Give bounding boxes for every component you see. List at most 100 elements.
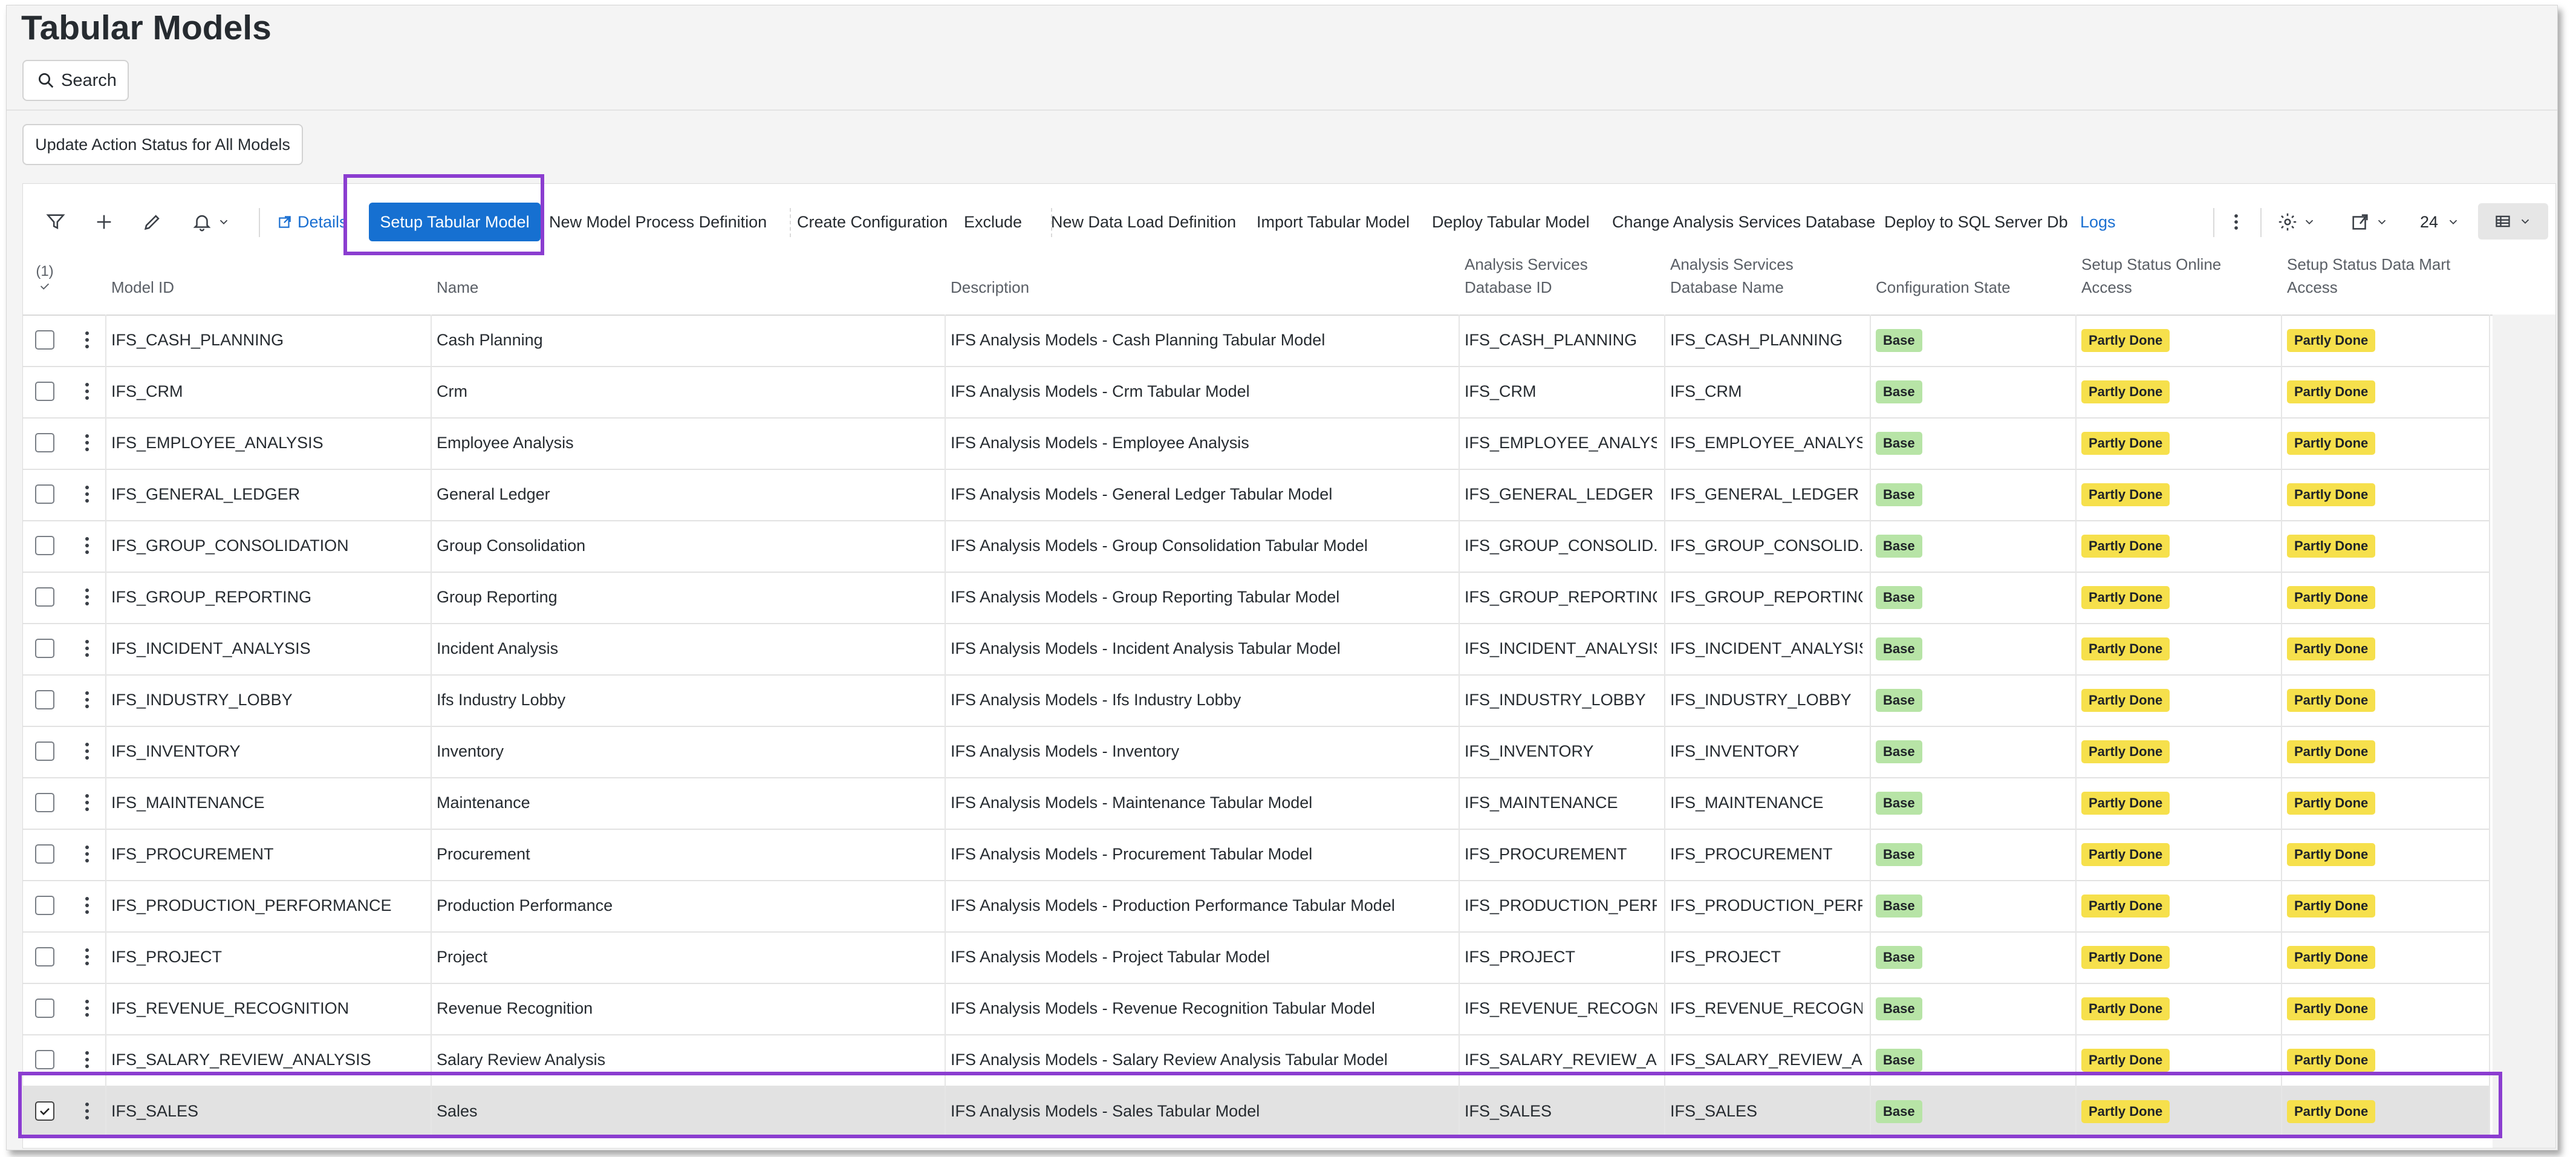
table-row[interactable]: IFS_GROUP_REPORTING Group Reporting IFS An… <box>23 572 2490 624</box>
row-checkbox[interactable] <box>35 947 54 966</box>
new-model-process-definition-button[interactable]: New Model Process Definition <box>549 205 767 239</box>
row-checkbox[interactable] <box>35 844 54 864</box>
column-divider <box>105 469 106 520</box>
column-divider <box>2281 726 2282 777</box>
column-divider <box>945 572 946 623</box>
table-row[interactable]: IFS_PROCUREMENT Procurement IFS Analysis M… <box>23 829 2490 881</box>
scrollbar-area[interactable] <box>2493 315 2555 1148</box>
import-tabular-model-button[interactable]: Import Tabular Model <box>1257 205 1410 239</box>
row-checkbox[interactable] <box>35 690 54 709</box>
table-row[interactable]: IFS_CASH_PLANNING Cash Planning IFS Analys… <box>23 315 2490 367</box>
export-button[interactable] <box>2339 205 2399 239</box>
column-divider <box>2075 777 2077 829</box>
column-divider <box>1459 315 1460 366</box>
row-checkbox[interactable] <box>35 1101 54 1121</box>
select-all-control[interactable]: (1) <box>33 264 57 296</box>
row-checkbox[interactable] <box>35 484 54 504</box>
table-row[interactable]: IFS_EMPLOYEE_ANALYSIS Employee Analysis IF… <box>23 417 2490 470</box>
command-toolbar: Details Setup Tabular Model New Model Pr… <box>23 184 2555 260</box>
column-divider <box>2281 417 2282 469</box>
row-checkbox[interactable] <box>35 536 54 555</box>
header-db-name[interactable]: Analysis Services Database Name <box>1670 253 1794 299</box>
row-menu-icon[interactable] <box>80 482 94 506</box>
header-description[interactable]: Description <box>951 276 1029 299</box>
row-menu-icon[interactable] <box>80 790 94 815</box>
header-configuration-state[interactable]: Configuration State <box>1876 276 2011 299</box>
table-row[interactable]: IFS_GROUP_CONSOLIDATION Group Consolidati… <box>23 520 2490 573</box>
filter-button[interactable] <box>39 205 73 239</box>
cell-name: Incident Analysis <box>437 639 559 657</box>
cell-db-id: IFS_GENERAL_LEDGER <box>1465 485 1654 503</box>
row-menu-icon[interactable] <box>80 328 94 352</box>
view-toggle-button[interactable] <box>2478 203 2548 240</box>
row-menu-icon[interactable] <box>80 1048 94 1072</box>
column-divider <box>1870 931 1871 983</box>
row-checkbox[interactable] <box>35 587 54 607</box>
row-checkbox[interactable] <box>35 896 54 915</box>
row-checkbox[interactable] <box>35 999 54 1018</box>
row-menu-icon[interactable] <box>80 636 94 660</box>
page-size-select[interactable]: 24 <box>2420 205 2460 239</box>
row-menu-icon[interactable] <box>80 739 94 763</box>
column-divider <box>431 1086 432 1137</box>
deploy-to-sql-server-button[interactable]: Deploy to SQL Server Db <box>1884 205 2068 239</box>
cell-db-name: IFS_SALES <box>1670 1102 1758 1120</box>
cell-db-id: IFS_MAINTENANCE <box>1465 794 1618 812</box>
new-data-load-definition-button[interactable]: New Data Load Definition <box>1051 205 1236 239</box>
setup-tabular-model-button[interactable]: Setup Tabular Model <box>369 203 541 241</box>
row-menu-icon[interactable] <box>80 431 94 455</box>
create-configuration-button[interactable]: Create Configuration <box>797 205 948 239</box>
header-setup-datamart[interactable]: Setup Status Data Mart Access <box>2287 253 2450 299</box>
column-divider <box>431 417 432 469</box>
table-row[interactable]: IFS_INDUSTRY_LOBBY Ifs Industry Lobby IFS … <box>23 674 2490 727</box>
table-row[interactable]: IFS_REVENUE_RECOGNITION Revenue Recogniti… <box>23 983 2490 1035</box>
header-db-id[interactable]: Analysis Services Database ID <box>1465 253 1588 299</box>
update-action-status-button[interactable]: Update Action Status for All Models <box>22 124 303 165</box>
column-divider <box>2489 366 2490 417</box>
search-button[interactable]: Search <box>22 60 129 101</box>
row-menu-icon[interactable] <box>80 379 94 403</box>
header-model-id[interactable]: Model ID <box>111 276 174 299</box>
table-row[interactable]: IFS_INCIDENT_ANALYSIS Incident Analysis IF… <box>23 623 2490 676</box>
row-checkbox[interactable] <box>35 639 54 658</box>
row-menu-icon[interactable] <box>80 893 94 917</box>
table-row[interactable]: IFS_SALARY_REVIEW_ANALYSIS Salary Review … <box>23 1034 2490 1087</box>
cell-name: Procurement <box>437 845 530 863</box>
table-row[interactable]: IFS_GENERAL_LEDGER General Ledger IFS Anal… <box>23 469 2490 521</box>
row-checkbox[interactable] <box>35 433 54 452</box>
table-row[interactable]: IFS_SALES Sales IFS Analysis Models - Sale… <box>23 1086 2490 1138</box>
notification-button[interactable] <box>184 205 238 239</box>
table-row[interactable]: IFS_INVENTORY Inventory IFS Analysis Model… <box>23 726 2490 778</box>
header-name[interactable]: Name <box>437 276 478 299</box>
header-setup-online[interactable]: Setup Status Online Access <box>2081 253 2221 299</box>
row-menu-icon[interactable] <box>80 996 94 1020</box>
exclude-button[interactable]: Exclude <box>964 205 1022 239</box>
table-row[interactable]: IFS_CRM Crm IFS Analysis Models - Crm Tabu… <box>23 366 2490 419</box>
settings-button[interactable] <box>2266 205 2327 239</box>
row-menu-icon[interactable] <box>80 585 94 609</box>
add-button[interactable] <box>87 205 121 239</box>
table-row[interactable]: IFS_MAINTENANCE Maintenance IFS Analysis M… <box>23 777 2490 830</box>
more-actions-button[interactable] <box>2219 205 2253 239</box>
row-menu-icon[interactable] <box>80 533 94 558</box>
row-menu-icon[interactable] <box>80 842 94 866</box>
cell-db-id: IFS_INVENTORY <box>1465 742 1594 760</box>
deploy-tabular-model-button[interactable]: Deploy Tabular Model <box>1432 205 1590 239</box>
table-row[interactable]: IFS_PROJECT Project IFS Analysis Models - … <box>23 931 2490 984</box>
change-analysis-services-database-button[interactable]: Change Analysis Services Database <box>1612 205 1875 239</box>
details-link[interactable]: Details <box>277 205 348 239</box>
row-checkbox[interactable] <box>35 330 54 350</box>
row-menu-icon[interactable] <box>80 945 94 969</box>
row-menu-icon[interactable] <box>80 1099 94 1123</box>
row-checkbox[interactable] <box>35 793 54 812</box>
logs-link[interactable]: Logs <box>2080 205 2116 239</box>
column-divider <box>431 880 432 931</box>
cell-model-id: IFS_CRM <box>111 382 183 400</box>
row-checkbox[interactable] <box>35 382 54 401</box>
row-checkbox[interactable] <box>35 1050 54 1069</box>
table-row[interactable]: IFS_PRODUCTION_PERFORMANCE Production Per… <box>23 880 2490 933</box>
row-checkbox[interactable] <box>35 741 54 761</box>
configuration-state-badge: Base <box>1876 997 1922 1020</box>
row-menu-icon[interactable] <box>80 688 94 712</box>
edit-button[interactable] <box>135 205 169 239</box>
